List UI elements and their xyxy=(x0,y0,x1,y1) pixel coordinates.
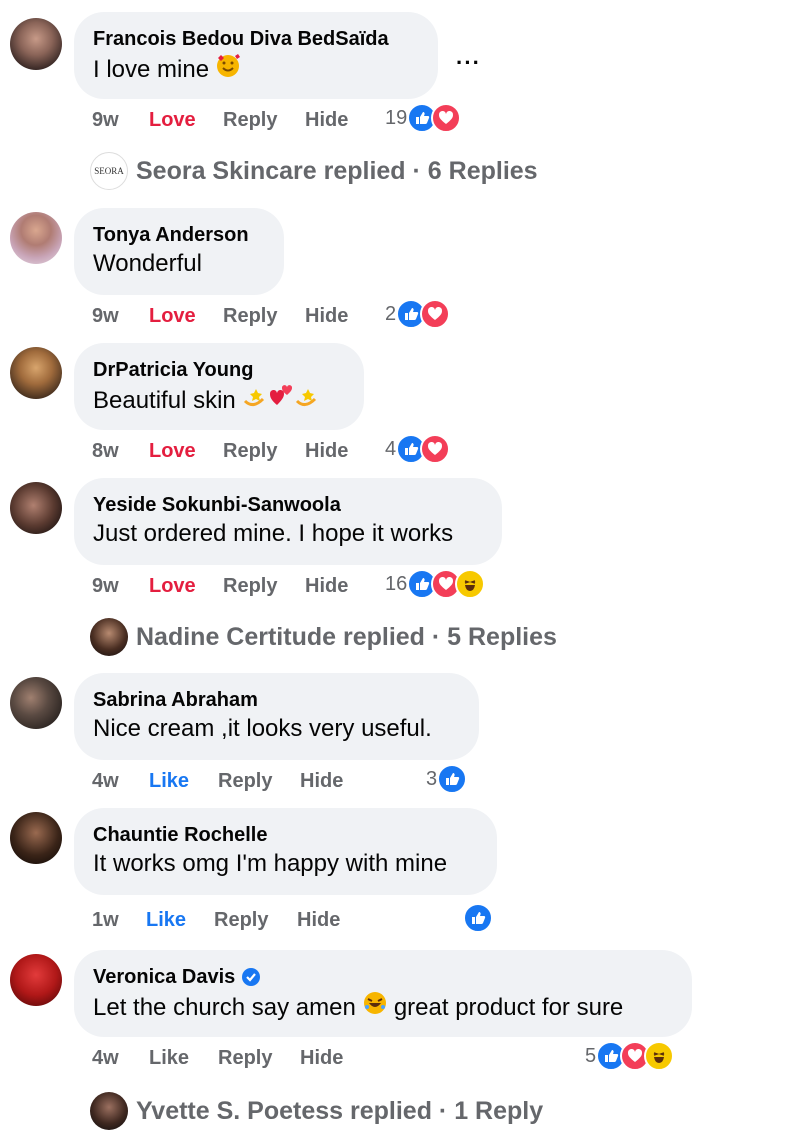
reply-button[interactable]: Reply xyxy=(223,305,277,328)
reply-button[interactable]: Reply xyxy=(218,770,272,793)
reaction-summary[interactable]: 16 xyxy=(385,569,486,599)
comment-bubble: Tonya Anderson Wonderful xyxy=(74,208,284,295)
comment-author[interactable]: Yeside Sokunbi-Sanwoola xyxy=(93,492,482,518)
love-button[interactable]: Love xyxy=(149,440,196,463)
comment-author-row: Veronica Davis xyxy=(93,964,672,990)
reaction-count: 16 xyxy=(385,572,408,595)
love-button[interactable]: Love xyxy=(149,109,196,132)
avatar[interactable] xyxy=(10,954,62,1006)
replies-text: Yvette S. Poetess replied · 1 Reply xyxy=(136,1096,544,1125)
comment-author[interactable]: Veronica Davis xyxy=(93,964,235,990)
hide-button[interactable]: Hide xyxy=(305,575,348,598)
comment-author[interactable]: Sabrina Abraham xyxy=(93,687,459,713)
like-reaction-icon xyxy=(437,764,468,794)
comment-time[interactable]: 4w xyxy=(92,770,119,793)
comment-bubble: DrPatricia Young Beautiful skin xyxy=(74,343,364,430)
comment-text: Beautiful skin xyxy=(93,386,236,414)
avatar[interactable] xyxy=(10,482,62,534)
comment-time[interactable]: 9w xyxy=(92,575,119,598)
haha-reaction-icon xyxy=(455,569,486,599)
comment-bubble: Chauntie Rochelle It works omg I'm happy… xyxy=(74,808,497,895)
reaction-summary[interactable]: 3 xyxy=(426,764,468,794)
reaction-count: 2 xyxy=(385,302,397,325)
view-replies-link[interactable]: Yvette S. Poetess replied · 1 Reply xyxy=(90,1092,543,1130)
view-replies-link[interactable]: Nadine Certitude replied · 5 Replies xyxy=(90,618,557,656)
love-button[interactable]: Love xyxy=(149,575,196,598)
replier-avatar: SEORA xyxy=(90,152,128,190)
reply-button[interactable]: Reply xyxy=(223,109,277,132)
comment-text: great product for sure xyxy=(393,993,624,1021)
comment-text: Wonderful xyxy=(93,250,202,277)
replies-text: Seora Skincare replied · 6 Replies xyxy=(136,156,538,185)
avatar[interactable] xyxy=(10,677,62,729)
reaction-summary[interactable]: 5 xyxy=(585,1041,675,1071)
reaction-summary[interactable]: 4 xyxy=(385,434,451,464)
seora-logo: SEORA xyxy=(94,166,124,176)
replier-avatar xyxy=(90,618,128,656)
comment-text: Nice cream ,it looks very useful. xyxy=(93,715,432,742)
reply-button[interactable]: Reply xyxy=(223,440,277,463)
reply-button[interactable]: Reply xyxy=(214,909,268,932)
reaction-summary[interactable] xyxy=(463,903,493,933)
hide-button[interactable]: Hide xyxy=(300,770,343,793)
like-button[interactable]: Like xyxy=(146,909,186,932)
comment-bubble: Veronica Davis Let the church say amen g… xyxy=(74,950,692,1037)
comment-text-row: Beautiful skin xyxy=(93,383,344,418)
comment-bubble: Yeside Sokunbi-Sanwoola Just ordered min… xyxy=(74,478,502,565)
reaction-count: 3 xyxy=(426,767,438,790)
hide-button[interactable]: Hide xyxy=(300,1047,343,1070)
reply-button[interactable]: Reply xyxy=(218,1047,272,1070)
comment-time[interactable]: 1w xyxy=(92,909,119,932)
hide-button[interactable]: Hide xyxy=(305,440,348,463)
smiling-face-with-hearts-icon xyxy=(215,52,241,87)
avatar[interactable] xyxy=(10,212,62,264)
reply-button[interactable]: Reply xyxy=(223,575,277,598)
avatar[interactable] xyxy=(10,347,62,399)
verified-badge-icon xyxy=(241,967,261,987)
comment-text-row: Let the church say amen great product fo… xyxy=(93,990,672,1025)
dizzy-icon xyxy=(242,383,268,418)
two-hearts-icon xyxy=(268,383,294,418)
comment-time[interactable]: 9w xyxy=(92,109,119,132)
like-button[interactable]: Like xyxy=(149,1047,189,1070)
comment-text-row: I love mine xyxy=(93,52,418,87)
avatar[interactable] xyxy=(10,18,62,70)
reaction-summary[interactable]: 2 xyxy=(385,299,451,329)
haha-reaction-icon xyxy=(644,1041,675,1071)
avatar[interactable] xyxy=(10,812,62,864)
more-options-icon[interactable]: ··· xyxy=(456,50,481,76)
reaction-count: 4 xyxy=(385,437,397,460)
hide-button[interactable]: Hide xyxy=(305,305,348,328)
comment-time[interactable]: 8w xyxy=(92,440,119,463)
replies-text: Nadine Certitude replied · 5 Replies xyxy=(136,622,557,651)
reaction-count: 19 xyxy=(385,106,408,129)
comment-time[interactable]: 4w xyxy=(92,1047,119,1070)
love-reaction-icon xyxy=(420,299,451,329)
love-button[interactable]: Love xyxy=(149,305,196,328)
reaction-summary[interactable]: 19 xyxy=(385,103,462,133)
like-button[interactable]: Like xyxy=(149,770,189,793)
comment-author[interactable]: DrPatricia Young xyxy=(93,357,344,383)
view-replies-link[interactable]: SEORA Seora Skincare replied · 6 Replies xyxy=(90,152,538,190)
love-reaction-icon xyxy=(431,103,462,133)
dizzy-icon xyxy=(294,383,320,418)
comment-author[interactable]: Tonya Anderson xyxy=(93,222,264,248)
comment-author[interactable]: Francois Bedou Diva BedSaïda xyxy=(93,26,418,52)
rolling-laughing-icon xyxy=(362,990,388,1025)
like-reaction-icon xyxy=(463,903,493,933)
comment-text: I love mine xyxy=(93,55,210,83)
comment-bubble: Sabrina Abraham Nice cream ,it looks ver… xyxy=(74,673,479,760)
hide-button[interactable]: Hide xyxy=(305,109,348,132)
reaction-count: 5 xyxy=(585,1044,597,1067)
replier-avatar xyxy=(90,1092,128,1130)
love-reaction-icon xyxy=(420,434,451,464)
comment-time[interactable]: 9w xyxy=(92,305,119,328)
comment-text: Just ordered mine. I hope it works xyxy=(93,520,454,547)
comment-text: Let the church say amen xyxy=(93,993,356,1021)
comment-bubble: Francois Bedou Diva BedSaïda I love mine xyxy=(74,12,438,99)
comment-text: It works omg I'm happy with mine xyxy=(93,850,448,877)
comment-author[interactable]: Chauntie Rochelle xyxy=(93,822,477,848)
hide-button[interactable]: Hide xyxy=(297,909,340,932)
